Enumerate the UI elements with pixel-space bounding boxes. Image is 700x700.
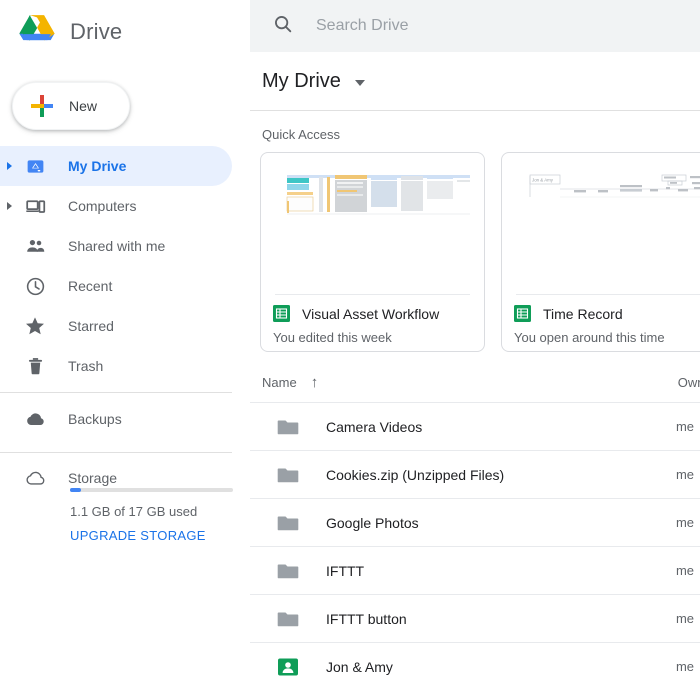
storage-bar-track [70,488,233,492]
google-sheets-icon [514,305,531,322]
quick-access-cards: Visual Asset Workflow You edited this we… [250,152,700,352]
computers-icon [18,196,52,217]
storage-bar-fill [70,488,81,492]
table-row[interactable]: IFTTT me [250,546,700,594]
card-thumbnail: Jon & Amy [516,167,700,295]
file-owner: me [675,563,694,578]
card-title: Visual Asset Workflow [302,305,440,322]
storage-block: 1.1 GB of 17 GB used UPGRADE STORAGE [0,478,250,543]
drive-header: My Drive [250,52,700,110]
google-sheets-icon [273,305,290,322]
quick-access-card[interactable]: Jon & Amy Time Record You open around th… [501,152,700,352]
sidebar-item-computers[interactable]: Computers [0,186,232,226]
file-owner: me [675,467,694,482]
folder-icon [276,607,300,631]
card-subtitle: You open around this time [514,330,665,345]
expand-caret-icon[interactable] [0,162,18,170]
sidebar-item-trash[interactable]: Trash [0,346,232,386]
sidebar-item-label: Trash [68,358,104,374]
card-footer: Time Record You open around this time [502,295,700,345]
trash-icon [18,356,52,377]
sidebar-item-label: Computers [68,198,137,214]
cloud-filled-icon [18,408,52,430]
search-icon [272,13,294,40]
new-button-label: New [69,98,98,114]
page-title: My Drive [262,69,341,92]
main-content: Search Drive My Drive Quick Access Visua… [250,0,700,700]
sidebar: Drive New My Drive Computers Shared with… [0,0,250,700]
column-header-owner[interactable]: Owner [678,375,700,390]
star-icon [18,315,52,337]
card-footer: Visual Asset Workflow You edited this we… [261,295,484,345]
column-header-name-label: Name [262,374,297,390]
drive-app: Drive New My Drive Computers Shared with… [0,0,700,700]
card-subtitle: You edited this week [273,330,392,345]
sidebar-item-backups[interactable]: Backups [0,399,250,439]
expand-caret-icon[interactable] [0,202,18,210]
sidebar-item-label: Starred [68,318,114,334]
sidebar-item-label: My Drive [68,158,127,174]
sidebar-item-starred[interactable]: Starred [0,306,232,346]
storage-usage-text: 1.1 GB of 17 GB used [70,504,198,519]
file-name: IFTTT button [326,610,407,627]
quick-access-label: Quick Access [262,127,341,142]
folder-icon [276,415,300,439]
file-list-header: Name ↑ Owner [250,362,700,402]
file-owner: me [675,611,694,626]
folder-icon [276,559,300,583]
arrow-up-icon: ↑ [310,373,319,391]
file-owner: me [675,419,694,434]
sidebar-divider-1 [0,392,232,393]
folder-icon [276,463,300,487]
file-owner: me [675,515,694,530]
file-name: Camera Videos [326,418,423,435]
svg-text:Jon & Amy: Jon & Amy [532,178,554,183]
table-row[interactable]: Cookies.zip (Unzipped Files) me [250,450,700,498]
chevron-down-icon[interactable] [354,79,365,86]
file-name: Google Photos [326,514,419,531]
sidebar-item-recent[interactable]: Recent [0,266,232,306]
sidebar-item-shared-with-me[interactable]: Shared with me [0,226,232,266]
table-row[interactable]: Camera Videos me [250,402,700,450]
google-contacts-icon [276,655,300,679]
quick-access-card[interactable]: Visual Asset Workflow You edited this we… [260,152,485,352]
brand-header[interactable]: Drive [0,0,250,64]
card-thumbnail [275,167,470,295]
card-title: Time Record [543,305,623,322]
search-input[interactable]: Search Drive [316,17,408,35]
sidebar-item-label: Recent [68,278,113,294]
upgrade-storage-link[interactable]: UPGRADE STORAGE [70,528,232,543]
table-row[interactable]: Google Photos me [250,498,700,546]
table-row[interactable]: IFTTT button me [250,594,700,642]
sidebar-divider-2 [0,452,232,453]
sidebar-item-label: Backups [68,411,122,427]
sidebar-item-my-drive[interactable]: My Drive [0,146,232,186]
file-list: Camera Videos me Cookies.zip (Unzipped Fil… [250,402,700,690]
people-icon [18,236,52,257]
new-button[interactable]: New [12,82,130,130]
plus-icon [29,93,55,119]
folder-icon [276,511,300,535]
google-drive-logo-icon [16,13,58,51]
column-header-name[interactable]: Name ↑ [262,375,318,390]
file-name: IFTTT [326,562,365,579]
sidebar-item-label: Shared with me [68,238,166,254]
brand-title: Drive [70,19,123,44]
table-row[interactable]: Jon & Amy me [250,642,700,690]
sidebar-nav: My Drive Computers Shared with me Recent… [0,146,250,386]
clock-icon [18,276,52,297]
search-bar[interactable]: Search Drive [250,0,700,52]
file-name: Cookies.zip (Unzipped Files) [326,466,505,483]
file-name: Jon & Amy [326,658,393,675]
file-owner: me [675,659,694,674]
my-drive-icon [18,156,52,177]
